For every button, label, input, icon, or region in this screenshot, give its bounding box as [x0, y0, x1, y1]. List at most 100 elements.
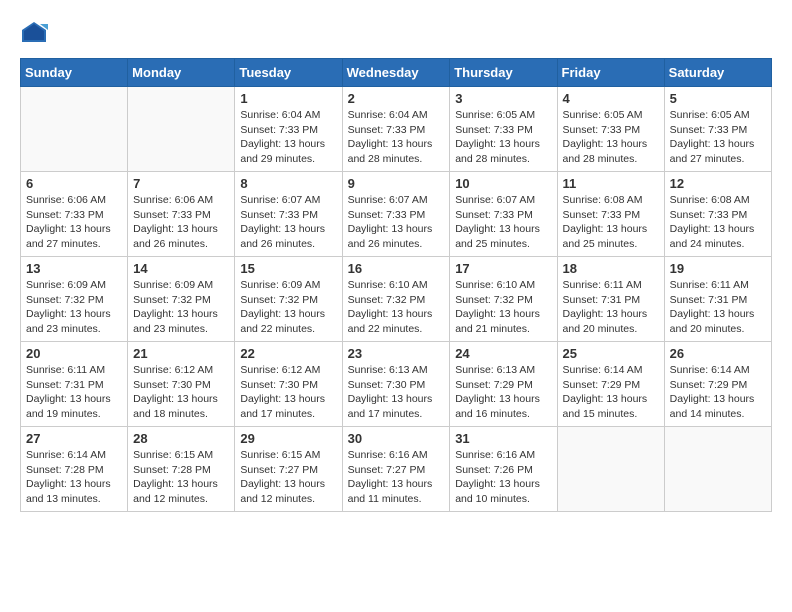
page-header	[20, 20, 772, 48]
logo-icon	[20, 20, 48, 48]
day-info: Sunrise: 6:10 AM Sunset: 7:32 PM Dayligh…	[455, 278, 551, 337]
day-number: 18	[563, 261, 659, 276]
calendar-cell: 15 Sunrise: 6:09 AM Sunset: 7:32 PM Dayli…	[235, 257, 342, 342]
calendar-day-header: Tuesday	[235, 59, 342, 87]
calendar-cell	[128, 87, 235, 172]
calendar-cell: 11 Sunrise: 6:08 AM Sunset: 7:33 PM Dayli…	[557, 172, 664, 257]
day-number: 31	[455, 431, 551, 446]
day-info: Sunrise: 6:11 AM Sunset: 7:31 PM Dayligh…	[26, 363, 122, 422]
day-info: Sunrise: 6:07 AM Sunset: 7:33 PM Dayligh…	[348, 193, 445, 252]
day-number: 6	[26, 176, 122, 191]
day-number: 30	[348, 431, 445, 446]
day-number: 2	[348, 91, 445, 106]
day-number: 11	[563, 176, 659, 191]
day-info: Sunrise: 6:09 AM Sunset: 7:32 PM Dayligh…	[133, 278, 229, 337]
calendar-cell: 29 Sunrise: 6:15 AM Sunset: 7:27 PM Dayli…	[235, 427, 342, 512]
day-info: Sunrise: 6:06 AM Sunset: 7:33 PM Dayligh…	[133, 193, 229, 252]
day-number: 17	[455, 261, 551, 276]
day-number: 15	[240, 261, 336, 276]
calendar-cell: 9 Sunrise: 6:07 AM Sunset: 7:33 PM Daylig…	[342, 172, 450, 257]
day-info: Sunrise: 6:14 AM Sunset: 7:28 PM Dayligh…	[26, 448, 122, 507]
day-number: 29	[240, 431, 336, 446]
calendar-cell: 13 Sunrise: 6:09 AM Sunset: 7:32 PM Dayli…	[21, 257, 128, 342]
calendar-cell: 3 Sunrise: 6:05 AM Sunset: 7:33 PM Daylig…	[450, 87, 557, 172]
calendar-header-row: SundayMondayTuesdayWednesdayThursdayFrid…	[21, 59, 772, 87]
day-info: Sunrise: 6:11 AM Sunset: 7:31 PM Dayligh…	[670, 278, 766, 337]
day-number: 21	[133, 346, 229, 361]
day-info: Sunrise: 6:14 AM Sunset: 7:29 PM Dayligh…	[670, 363, 766, 422]
day-number: 14	[133, 261, 229, 276]
calendar-week-row: 20 Sunrise: 6:11 AM Sunset: 7:31 PM Dayli…	[21, 342, 772, 427]
day-number: 5	[670, 91, 766, 106]
day-number: 1	[240, 91, 336, 106]
day-number: 27	[26, 431, 122, 446]
day-info: Sunrise: 6:05 AM Sunset: 7:33 PM Dayligh…	[670, 108, 766, 167]
day-number: 23	[348, 346, 445, 361]
day-info: Sunrise: 6:08 AM Sunset: 7:33 PM Dayligh…	[670, 193, 766, 252]
day-number: 7	[133, 176, 229, 191]
day-info: Sunrise: 6:11 AM Sunset: 7:31 PM Dayligh…	[563, 278, 659, 337]
calendar-day-header: Saturday	[664, 59, 771, 87]
day-info: Sunrise: 6:05 AM Sunset: 7:33 PM Dayligh…	[455, 108, 551, 167]
calendar-cell: 20 Sunrise: 6:11 AM Sunset: 7:31 PM Dayli…	[21, 342, 128, 427]
logo	[20, 20, 52, 48]
day-info: Sunrise: 6:15 AM Sunset: 7:27 PM Dayligh…	[240, 448, 336, 507]
calendar-cell: 18 Sunrise: 6:11 AM Sunset: 7:31 PM Dayli…	[557, 257, 664, 342]
day-info: Sunrise: 6:13 AM Sunset: 7:30 PM Dayligh…	[348, 363, 445, 422]
day-info: Sunrise: 6:09 AM Sunset: 7:32 PM Dayligh…	[240, 278, 336, 337]
day-info: Sunrise: 6:09 AM Sunset: 7:32 PM Dayligh…	[26, 278, 122, 337]
day-number: 10	[455, 176, 551, 191]
calendar-week-row: 13 Sunrise: 6:09 AM Sunset: 7:32 PM Dayli…	[21, 257, 772, 342]
day-number: 3	[455, 91, 551, 106]
day-number: 13	[26, 261, 122, 276]
day-info: Sunrise: 6:12 AM Sunset: 7:30 PM Dayligh…	[240, 363, 336, 422]
calendar-cell	[664, 427, 771, 512]
calendar-cell: 19 Sunrise: 6:11 AM Sunset: 7:31 PM Dayli…	[664, 257, 771, 342]
calendar-day-header: Thursday	[450, 59, 557, 87]
calendar-cell: 1Sunrise: 6:04 AM Sunset: 7:33 PM Daylig…	[235, 87, 342, 172]
calendar-cell: 25 Sunrise: 6:14 AM Sunset: 7:29 PM Dayli…	[557, 342, 664, 427]
calendar-table: SundayMondayTuesdayWednesdayThursdayFrid…	[20, 58, 772, 512]
calendar-week-row: 1 Sunrise: 6:04 AM Sunset: 7:33 PM Daylig…	[21, 87, 772, 172]
day-number: 25	[563, 346, 659, 361]
calendar-cell: 24 Sunrise: 6:13 AM Sunset: 7:29 PM Dayli…	[450, 342, 557, 427]
calendar-cell: 14 Sunrise: 6:09 AM Sunset: 7:32 PM Dayli…	[128, 257, 235, 342]
day-info: Sunrise: 6:07 AM Sunset: 7:33 PM Dayligh…	[455, 193, 551, 252]
day-number: 9	[348, 176, 445, 191]
day-number: 20	[26, 346, 122, 361]
day-number: 24	[455, 346, 551, 361]
day-number: 22	[240, 346, 336, 361]
day-info: Sunrise: 6:04 AM Sunset: 7:33 PM Dayligh…	[348, 108, 445, 167]
day-info: Sunrise: 6:14 AM Sunset: 7:29 PM Dayligh…	[563, 363, 659, 422]
calendar-cell: 26 Sunrise: 6:14 AM Sunset: 7:29 PM Dayli…	[664, 342, 771, 427]
day-number: 28	[133, 431, 229, 446]
day-number: 26	[670, 346, 766, 361]
calendar-day-header: Friday	[557, 59, 664, 87]
day-info: Sunrise: 6:16 AM Sunset: 7:27 PM Dayligh…	[348, 448, 445, 507]
day-info: Sunrise: 6:13 AM Sunset: 7:29 PM Dayligh…	[455, 363, 551, 422]
day-info: Sunrise: 6:08 AM Sunset: 7:33 PM Dayligh…	[563, 193, 659, 252]
day-number: 4	[563, 91, 659, 106]
calendar-cell: 31 Sunrise: 6:16 AM Sunset: 7:26 PM Dayli…	[450, 427, 557, 512]
calendar-cell: 22 Sunrise: 6:12 AM Sunset: 7:30 PM Dayli…	[235, 342, 342, 427]
calendar-cell	[21, 87, 128, 172]
day-info: Sunrise: 6:06 AM Sunset: 7:33 PM Dayligh…	[26, 193, 122, 252]
day-info: Sunrise: 6:10 AM Sunset: 7:32 PM Dayligh…	[348, 278, 445, 337]
calendar-cell: 10 Sunrise: 6:07 AM Sunset: 7:33 PM Dayli…	[450, 172, 557, 257]
day-info: Sunrise: 6:05 AM Sunset: 7:33 PM Dayligh…	[563, 108, 659, 167]
calendar-cell: 17 Sunrise: 6:10 AM Sunset: 7:32 PM Dayli…	[450, 257, 557, 342]
calendar-cell: 7 Sunrise: 6:06 AM Sunset: 7:33 PM Daylig…	[128, 172, 235, 257]
calendar-week-row: 27 Sunrise: 6:14 AM Sunset: 7:28 PM Dayli…	[21, 427, 772, 512]
calendar-cell: 12 Sunrise: 6:08 AM Sunset: 7:33 PM Dayli…	[664, 172, 771, 257]
day-info: Sunrise: 6:12 AM Sunset: 7:30 PM Dayligh…	[133, 363, 229, 422]
calendar-cell	[557, 427, 664, 512]
calendar-cell: 30 Sunrise: 6:16 AM Sunset: 7:27 PM Dayli…	[342, 427, 450, 512]
calendar-cell: 6 Sunrise: 6:06 AM Sunset: 7:33 PM Daylig…	[21, 172, 128, 257]
calendar-week-row: 6 Sunrise: 6:06 AM Sunset: 7:33 PM Daylig…	[21, 172, 772, 257]
day-number: 19	[670, 261, 766, 276]
day-number: 12	[670, 176, 766, 191]
day-info: Sunrise: 6:15 AM Sunset: 7:28 PM Dayligh…	[133, 448, 229, 507]
calendar-cell: 16Sunrise: 6:10 AM Sunset: 7:32 PM Dayli…	[342, 257, 450, 342]
calendar-cell: 8Sunrise: 6:07 AM Sunset: 7:33 PM Daylig…	[235, 172, 342, 257]
day-info: Sunrise: 6:16 AM Sunset: 7:26 PM Dayligh…	[455, 448, 551, 507]
